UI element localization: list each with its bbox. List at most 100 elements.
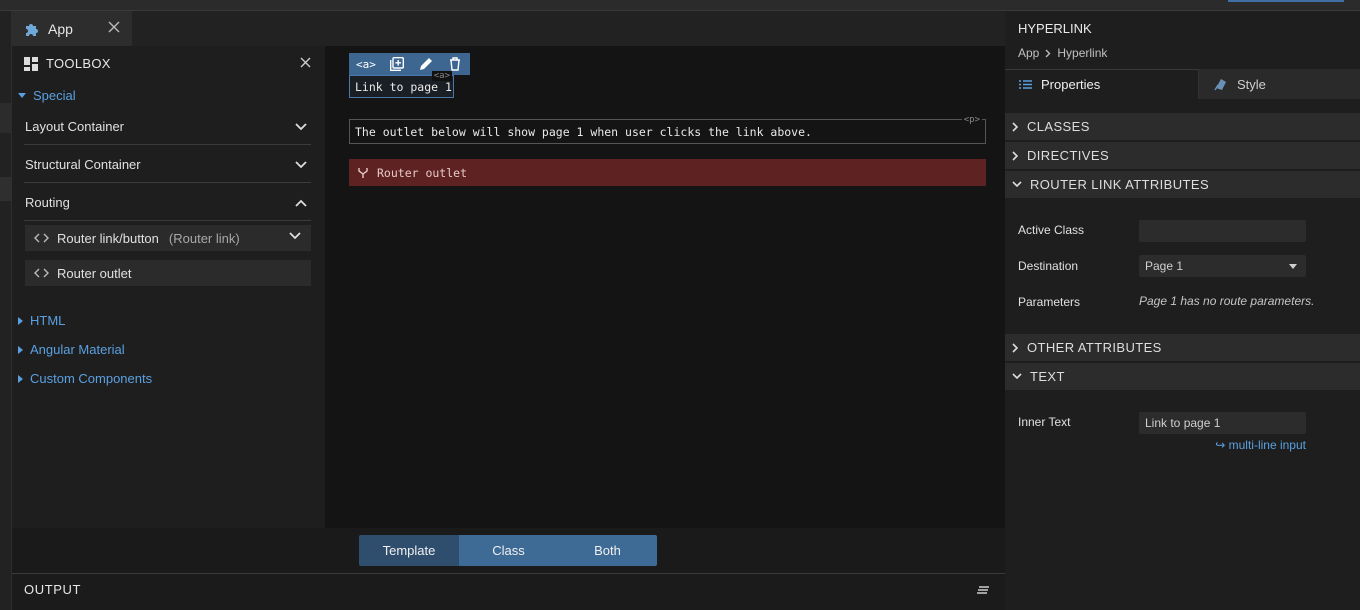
item-sublabel: (Router link) [168,230,240,246]
tab-app[interactable]: App [12,11,132,46]
section-label: HTML [30,313,66,328]
caret-right-icon [18,345,23,354]
caret-down-icon [18,93,26,98]
inner-text-input[interactable]: Link to page 1 [1139,412,1306,434]
chevron-down-icon [295,160,307,169]
section-directives[interactable]: DIRECTIVES [1005,142,1360,170]
chevron-down-icon [1012,373,1022,380]
router-outlet-label: Router outlet [377,165,468,180]
section-custom-components[interactable]: Custom Components [18,371,152,386]
inner-text-label: Inner Text [1018,415,1071,429]
section-other-attributes[interactable]: OTHER ATTRIBUTES [1005,334,1360,362]
close-tab-icon[interactable] [108,21,120,33]
section-text[interactable]: TEXT [1005,363,1360,391]
group-label: Layout Container [25,119,125,134]
group-label: Structural Container [25,157,141,172]
output-panel[interactable]: OUTPUT [12,573,1005,610]
tab-style[interactable]: Style [1198,69,1360,99]
router-outlet-element[interactable]: Router outlet [349,159,986,186]
window-top-bar [0,0,1360,11]
list-icon [1019,80,1032,89]
parameters-label: Parameters [1018,295,1081,309]
design-canvas: <a> Link to page 1 <a> The outlet below … [325,46,1005,528]
hyperlink-element[interactable]: Link to page 1 <a> [349,71,454,98]
close-toolbox-icon[interactable] [300,57,311,68]
section-label: ROUTER LINK ATTRIBUTES [1030,177,1210,192]
group-structural-container[interactable]: Structural Container [24,147,311,183]
toolbox-title: TOOLBOX [46,56,111,71]
editor-tab-bar: App [12,11,1005,46]
chevron-down-icon[interactable] [289,232,301,240]
fork-icon [357,167,369,179]
section-special-label: Special [33,88,76,103]
group-routing[interactable]: Routing [24,185,311,221]
view-toggle: Template Class Both [359,535,657,566]
code-icon [34,233,49,243]
section-label: DIRECTIVES [1027,148,1110,163]
dashboard-icon [24,56,38,71]
multi-line-input-link[interactable]: ↪ multi-line input [1215,438,1306,452]
hyperlink-text: Link to page 1 [355,79,452,94]
panel-tabs: Properties Style [1005,69,1360,99]
destination-select[interactable]: Page 1 [1139,255,1306,277]
output-title: OUTPUT [24,582,82,597]
item-label: Router link/button [57,230,159,246]
section-label: CLASSES [1027,119,1090,134]
tab-app-label: App [48,20,73,37]
panel-title: HYPERLINK [1018,21,1092,36]
tab-label: Properties [1041,77,1101,92]
toggle-class[interactable]: Class [459,535,558,566]
duplicate-icon[interactable] [383,53,412,75]
toggle-both[interactable]: Both [558,535,657,566]
breadcrumb-item: Hyperlink [1057,46,1108,60]
chevron-up-icon [295,199,307,207]
chevron-right-icon [1012,150,1019,161]
toggle-template[interactable]: Template [359,535,459,566]
section-router-link-attributes[interactable]: ROUTER LINK ATTRIBUTES [1005,171,1360,199]
group-layout-container[interactable]: Layout Container [24,109,311,145]
section-label: Angular Material [30,342,125,357]
tab-properties[interactable]: Properties [1005,69,1198,99]
puzzle-icon [24,21,40,37]
section-label: TEXT [1030,369,1065,384]
breadcrumb-item[interactable]: App [1018,46,1039,60]
paragraph-element[interactable]: The outlet below will show page 1 when u… [349,115,986,144]
caret-right-icon [18,316,23,325]
element-tag-label: <a> [356,57,376,71]
destination-label: Destination [1018,259,1079,273]
active-class-input[interactable] [1139,220,1306,242]
chevron-down-icon [1012,181,1022,188]
section-label: OTHER ATTRIBUTES [1027,340,1162,355]
parameters-note: Page 1 has no route parameters. [1139,294,1315,308]
breadcrumb: App Hyperlink [1018,46,1107,60]
section-classes[interactable]: CLASSES [1005,113,1360,141]
toolbox-item-router-link[interactable]: Router link/button (Router link) [25,225,311,251]
section-angular-material[interactable]: Angular Material [18,342,125,357]
dropdown-arrow-icon [1289,264,1297,269]
toolbox-header: TOOLBOX [24,56,111,71]
section-html[interactable]: HTML [18,313,65,328]
code-icon [34,268,49,278]
element-hint: <p> [961,115,982,125]
properties-panel: HYPERLINK App Hyperlink Properties Style… [1005,11,1360,610]
tab-label: Style [1237,76,1266,92]
chevron-down-icon [295,122,307,131]
group-label: Routing [25,195,70,210]
chevron-right-icon [1012,342,1019,353]
paragraph-text: The outlet below will show page 1 when u… [355,124,812,139]
palette-icon [1214,77,1228,91]
toolbox-panel: TOOLBOX Special Layout Container Structu… [12,46,325,528]
element-hint: <a> [431,71,452,81]
section-label: Custom Components [30,371,153,386]
section-special[interactable]: Special [18,88,76,103]
clear-output-icon[interactable] [977,586,989,595]
destination-value: Page 1 [1145,259,1184,273]
left-activity-strip [0,11,12,610]
top-accent [1228,0,1344,2]
active-class-label: Active Class [1018,223,1085,237]
chevron-right-icon [1012,121,1019,132]
caret-right-icon [18,374,23,383]
item-label: Router outlet [57,265,132,281]
toolbox-item-router-outlet[interactable]: Router outlet [25,260,311,286]
chevron-right-icon [1045,49,1051,58]
